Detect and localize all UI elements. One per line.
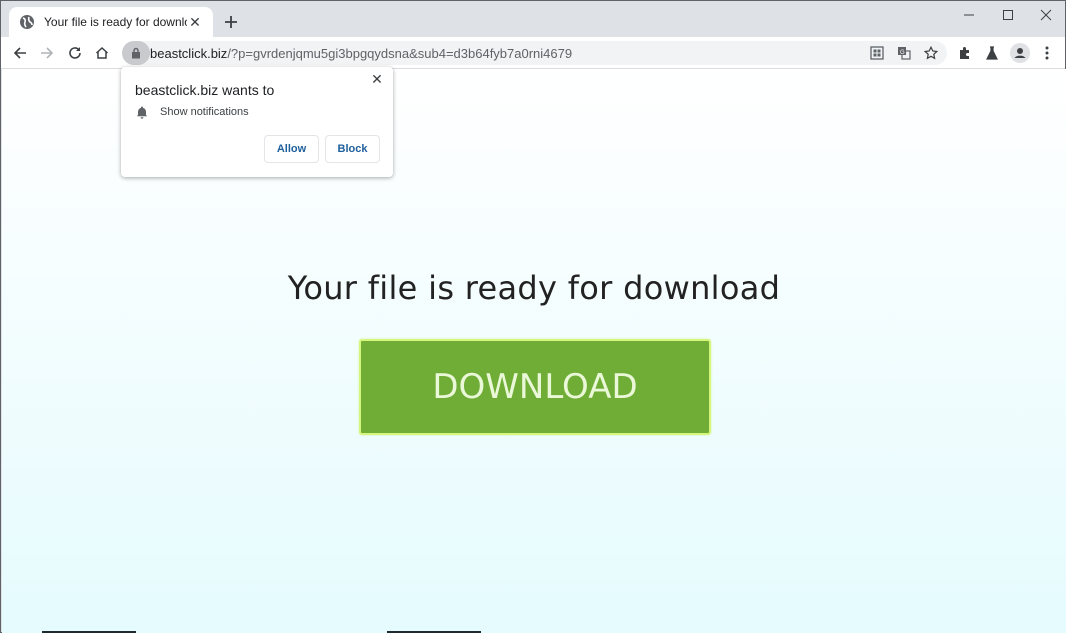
- puzzle-icon: [960, 47, 969, 59]
- permission-row: Show notifications: [135, 105, 249, 119]
- browser-toolbar: beastclick.biz/?p=gvrdenjqmu5gi3bpgqydsn…: [1, 37, 1065, 69]
- maximize-button[interactable]: [988, 1, 1028, 29]
- plus-icon: [225, 16, 237, 28]
- star-icon: [924, 46, 938, 60]
- flask-icon: [986, 46, 998, 60]
- url-text[interactable]: beastclick.biz/?p=gvrdenjqmu5gi3bpgqydsn…: [150, 46, 572, 61]
- tab-close-icon[interactable]: ✕: [187, 14, 203, 30]
- forward-button[interactable]: [35, 41, 59, 65]
- tab-strip: Your file is ready for download ✕: [1, 1, 1065, 37]
- qr-code-button[interactable]: [867, 43, 887, 63]
- bookmark-button[interactable]: [921, 43, 941, 63]
- page-headline: Your file is ready for download: [287, 269, 781, 307]
- address-bar[interactable]: beastclick.biz/?p=gvrdenjqmu5gi3bpgqydsn…: [122, 41, 947, 65]
- profile-icon: [1010, 43, 1030, 63]
- reload-icon: [69, 47, 81, 59]
- download-button[interactable]: DOWNLOAD: [359, 339, 711, 435]
- reload-button[interactable]: [63, 41, 87, 65]
- lock-icon: [132, 47, 140, 59]
- extensions-button[interactable]: [953, 41, 977, 65]
- site-info-button[interactable]: [122, 41, 150, 65]
- qr-code-icon: [870, 46, 884, 60]
- window-close-button[interactable]: [1026, 1, 1066, 29]
- labs-button[interactable]: [980, 41, 1004, 65]
- globe-icon: [20, 15, 34, 29]
- browser-window: Your file is ready for download ✕: [0, 0, 1066, 633]
- profile-button[interactable]: [1008, 41, 1032, 65]
- url-host: beastclick.biz: [150, 45, 228, 61]
- arrow-right-icon: [41, 47, 54, 59]
- maximize-icon: [1003, 10, 1013, 20]
- more-vert-icon: [1045, 46, 1049, 60]
- arrow-left-icon: [13, 47, 26, 59]
- minimize-icon: [964, 14, 974, 16]
- home-button[interactable]: [90, 41, 114, 65]
- url-path: /?p=gvrdenjqmu5gi3bpgqydsna&sub4=d3b64fy…: [227, 45, 573, 61]
- tab-title: Your file is ready for download: [44, 15, 187, 29]
- translate-icon: G: [898, 47, 911, 60]
- notification-permission-popup: beastclick.biz wants to ✕ Show notificat…: [121, 67, 393, 177]
- menu-button[interactable]: [1035, 41, 1059, 65]
- permission-text: Show notifications: [160, 106, 249, 118]
- svg-text:G: G: [900, 50, 905, 56]
- popup-title: beastclick.biz wants to: [135, 82, 275, 98]
- new-tab-button[interactable]: [221, 12, 241, 32]
- bell-icon: [136, 106, 148, 119]
- allow-button[interactable]: Allow: [264, 135, 319, 163]
- back-button[interactable]: [8, 41, 32, 65]
- popup-close-icon[interactable]: ✕: [369, 71, 385, 87]
- tab-active[interactable]: Your file is ready for download ✕: [9, 7, 213, 37]
- block-button[interactable]: Block: [325, 135, 380, 163]
- translate-button[interactable]: G: [894, 43, 914, 63]
- minimize-button[interactable]: [949, 1, 989, 29]
- home-icon: [95, 46, 109, 59]
- close-icon: [1040, 9, 1052, 21]
